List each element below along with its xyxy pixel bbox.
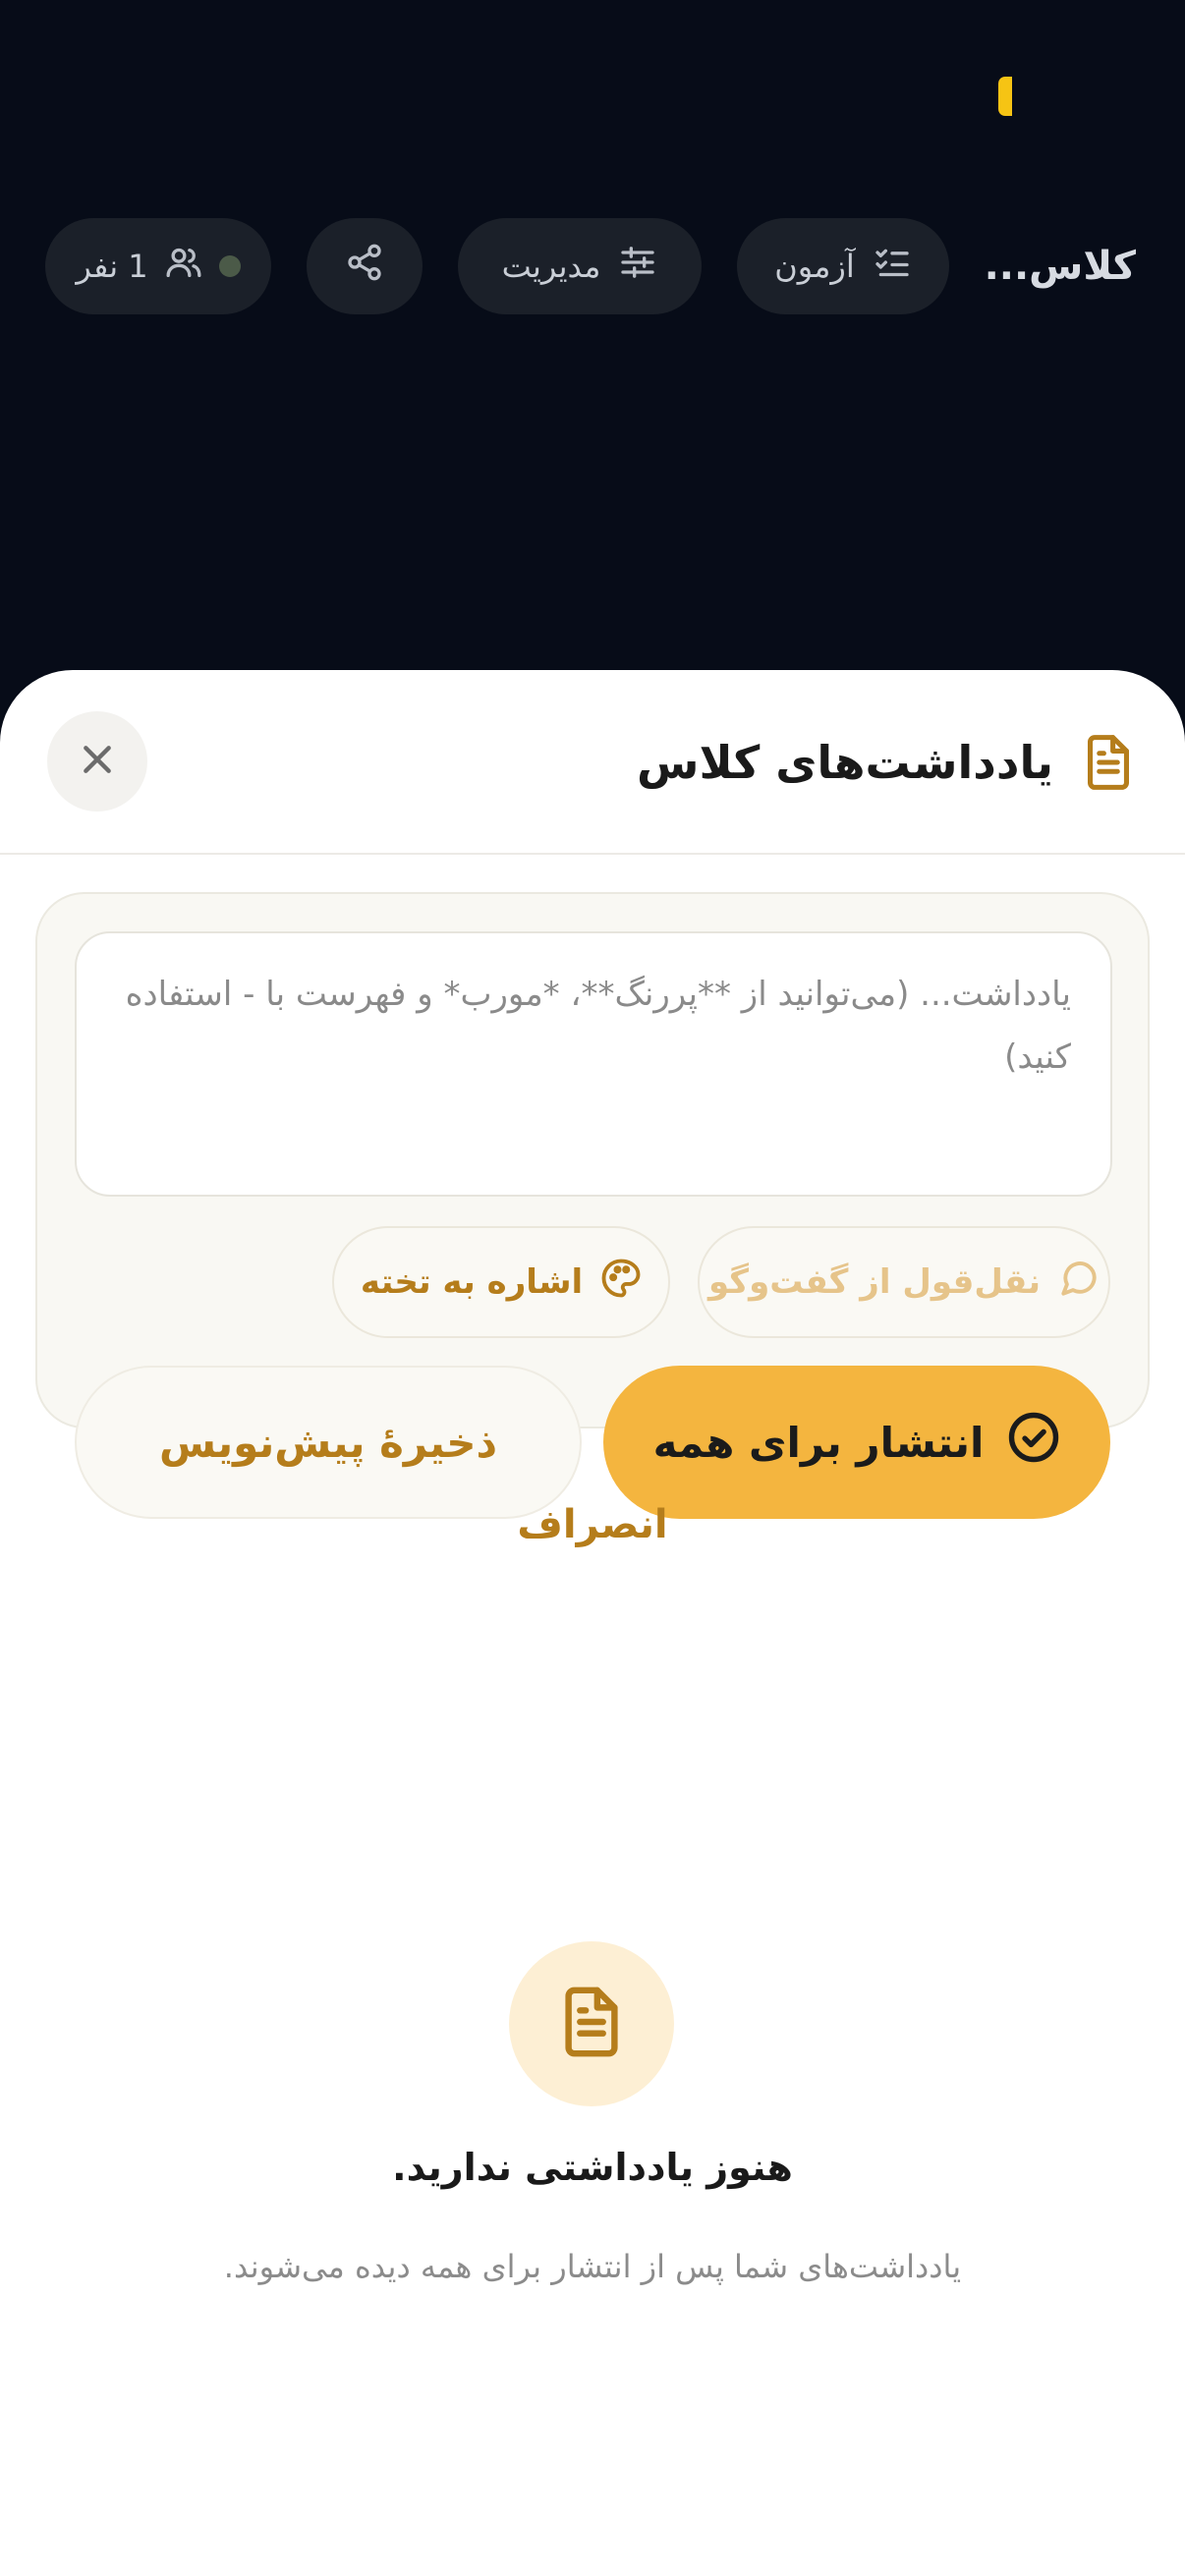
cancel-button[interactable]: انصراف	[37, 1485, 1148, 1564]
checklist-icon	[873, 243, 912, 290]
exam-button[interactable]: آزمون	[737, 218, 949, 314]
document-icon	[556, 1985, 627, 2063]
sliders-icon	[618, 243, 657, 290]
empty-state-icon-wrap	[509, 1941, 674, 2106]
manage-label: مدیریت	[501, 248, 601, 285]
board-chip-label: اشاره به تخته	[360, 1262, 584, 1302]
close-icon	[78, 740, 117, 783]
close-button[interactable]	[47, 711, 147, 812]
class-toolbar: کلاس... آزمون مدیریت 1 نفر	[45, 218, 1136, 314]
share-icon	[345, 243, 384, 290]
check-circle-icon	[1007, 1411, 1060, 1474]
notes-sheet: یادداشت‌های کلاس نقل‌قول از گفت‌وگو اشار…	[0, 670, 1185, 2576]
chat-bubble-icon	[1058, 1258, 1100, 1308]
draft-label: ذخیرهٔ پیش‌نویس	[158, 1418, 498, 1467]
publish-label: انتشار برای همه	[652, 1418, 985, 1467]
empty-state-description: یادداشت‌های شما پس از انتشار برای همه دی…	[223, 2248, 962, 2285]
quote-chip-label: نقل‌قول از گفت‌وگو	[707, 1262, 1042, 1302]
members-count: 1 نفر	[76, 248, 148, 285]
manage-button[interactable]: مدیریت	[458, 218, 702, 314]
sheet-header: یادداشت‌های کلاس	[0, 670, 1185, 855]
empty-state-title: هنوز یادداشتی ندارید.	[392, 2146, 793, 2189]
online-indicator	[218, 255, 241, 277]
palette-icon	[600, 1258, 642, 1308]
sheet-title: یادداشت‌های کلاس	[637, 736, 1053, 789]
quote-from-chat-button[interactable]: نقل‌قول از گفت‌وگو	[698, 1226, 1110, 1338]
note-composer: نقل‌قول از گفت‌وگو اشاره به تخته انتشار …	[35, 892, 1150, 1547]
users-icon	[164, 243, 203, 290]
share-button[interactable]	[307, 218, 423, 314]
note-input[interactable]	[75, 931, 1112, 1197]
reference-board-button[interactable]: اشاره به تخته	[332, 1226, 670, 1338]
document-icon	[1081, 733, 1136, 792]
exam-label: آزمون	[774, 248, 855, 285]
members-button[interactable]: 1 نفر	[45, 218, 271, 314]
class-title[interactable]: کلاس...	[985, 218, 1136, 314]
status-indicator	[998, 77, 1012, 116]
